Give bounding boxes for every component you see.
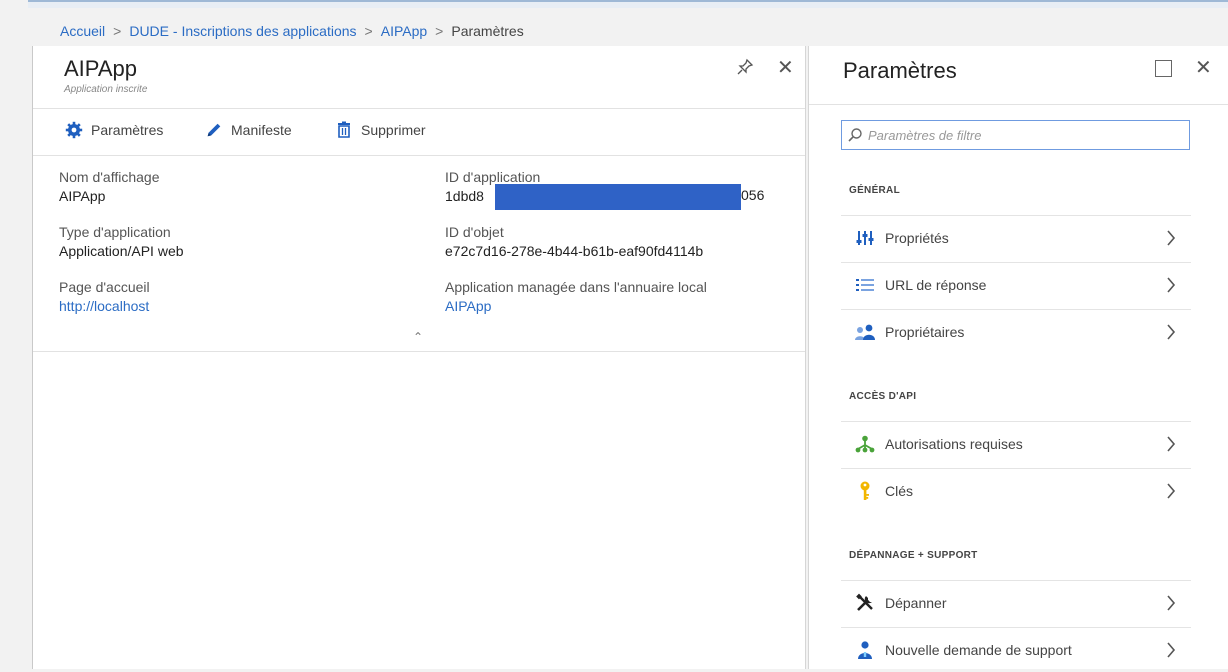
delete-button-label: Supprimer [361,122,426,138]
app-type-label: Type d'application [59,224,171,240]
chevron-right-icon [1161,436,1181,452]
app-blade-subtitle: Application inscrite [64,84,148,95]
gear-icon [65,121,83,139]
settings-filter-input[interactable] [866,126,1180,144]
menu-item-required-permissions[interactable]: Autorisations requises [841,421,1191,466]
settings-filter-box [841,120,1190,150]
properties-icon [851,230,879,246]
breadcrumb: Accueil > DUDE - Inscriptions des applic… [60,20,524,42]
header-divider [809,104,1228,105]
reply-urls-icon [851,277,879,293]
breadcrumb-separator: > [113,23,122,39]
chevron-right-icon [1161,277,1181,293]
section-heading-troubleshooting: DÉPANNAGE + SUPPORT [849,550,978,561]
menu-item-troubleshoot[interactable]: Dépanner [841,580,1191,625]
home-page-link[interactable]: http://localhost [59,298,150,314]
app-id-suffix: 056 [741,187,765,203]
settings-button[interactable]: Paramètres [65,121,163,139]
trash-icon [335,121,353,139]
chevron-right-icon [1161,230,1181,246]
section-heading-api-access: ACCÈS D'API [849,391,917,402]
chevron-right-icon [1161,324,1181,340]
owners-icon [851,323,879,341]
menu-item-reply-urls[interactable]: URL de réponse [841,262,1191,307]
close-icon[interactable]: ✕ [1195,58,1212,78]
menu-item-label: URL de réponse [885,277,987,293]
chevron-right-icon [1161,595,1181,611]
manifest-button[interactable]: Manifeste [205,121,292,139]
display-name-value: AIPApp [59,188,106,204]
app-type-field: Type d'application Application/API web [59,224,184,259]
collapse-essentials-icon[interactable]: ⌃ [413,330,423,344]
app-blade: AIPApp Application inscrite ✕ Paramètres… [32,46,806,669]
menu-item-owners[interactable]: Propriétaires [841,309,1191,354]
menu-item-properties[interactable]: Propriétés [841,215,1191,260]
delete-button[interactable]: Supprimer [335,121,426,139]
display-name-label: Nom d'affichage [59,169,160,185]
breadcrumb-separator: > [435,23,444,39]
home-page-field: Page d'accueil http://localhost [59,279,150,314]
managed-app-link[interactable]: AIPApp [445,298,707,314]
menu-item-keys[interactable]: Clés [841,468,1191,513]
maximize-icon[interactable] [1155,60,1172,77]
breadcrumb-separator: > [364,23,373,39]
essentials-panel: Nom d'affichage AIPApp Type d'applicatio… [33,155,805,352]
close-icon[interactable]: ✕ [777,58,794,78]
home-page-label: Page d'accueil [59,279,150,295]
menu-item-label: Dépanner [885,595,947,611]
menu-item-label: Autorisations requises [885,436,1023,452]
object-id-field: ID d'objet e72c7d16-278e-4b44-b61b-eaf90… [445,224,703,259]
search-icon [844,127,866,143]
app-id-label: ID d'application [445,169,541,185]
menu-item-label: Propriétaires [885,324,965,340]
managed-app-label: Application managée dans l'annuaire loca… [445,279,707,295]
object-id-label: ID d'objet [445,224,504,240]
key-icon [851,481,879,501]
troubleshoot-icon [851,593,879,613]
managed-app-field: Application managée dans l'annuaire loca… [445,279,707,314]
breadcrumb-current: Paramètres [451,23,524,39]
menu-item-new-support-request[interactable]: Nouvelle demande de support [841,627,1191,672]
chevron-right-icon [1161,483,1181,499]
portal-top-border [28,0,1228,8]
app-toolbar: Paramètres Manifeste Supprimer [33,108,805,156]
object-id-value: e72c7d16-278e-4b44-b61b-eaf90fd4114b [445,243,704,259]
pencil-icon [205,121,223,139]
manifest-button-label: Manifeste [231,122,292,138]
section-heading-general: GÉNÉRAL [849,185,900,196]
pin-icon[interactable] [736,58,754,79]
menu-item-label: Nouvelle demande de support [885,642,1072,658]
settings-blade-title: Paramètres [843,58,957,83]
display-name-field: Nom d'affichage AIPApp [59,169,159,204]
breadcrumb-home[interactable]: Accueil [60,23,105,39]
menu-item-label: Clés [885,483,914,499]
permissions-icon [851,435,879,453]
app-type-value: Application/API web [59,243,184,259]
app-blade-title: AIPApp [64,56,137,81]
breadcrumb-app[interactable]: AIPApp [381,23,427,39]
redaction-box [495,184,741,210]
chevron-right-icon [1161,642,1181,658]
menu-item-label: Propriétés [885,230,949,246]
settings-blade: Paramètres ✕ GÉNÉRAL Propriétés URL de r… [808,46,1228,669]
breadcrumb-app-registrations[interactable]: DUDE - Inscriptions des applications [129,23,356,39]
support-request-icon [851,640,879,660]
settings-button-label: Paramètres [91,122,164,138]
